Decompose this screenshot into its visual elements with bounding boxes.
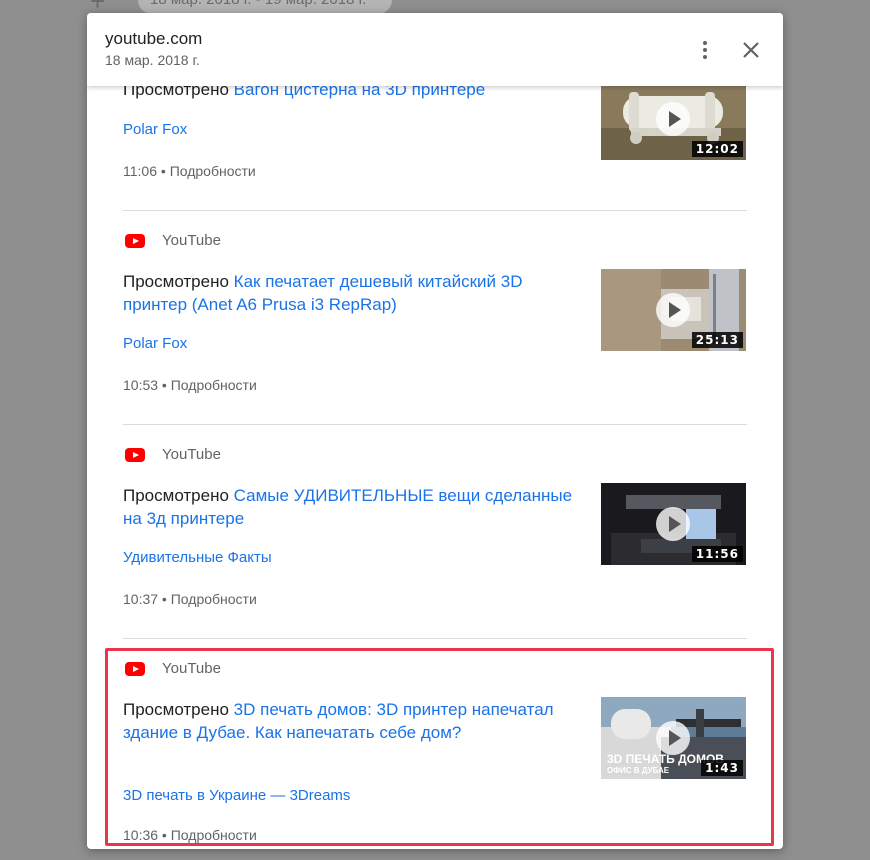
channel-link[interactable]: Polar Fox bbox=[123, 121, 187, 138]
more-vert-icon[interactable] bbox=[695, 38, 715, 62]
video-thumbnail[interactable]: 11:56 bbox=[601, 483, 746, 565]
entry-meta: 10:36 • Подробности bbox=[123, 827, 257, 843]
channel-link[interactable]: Удивительные Факты bbox=[123, 549, 272, 566]
details-link[interactable]: Подробности bbox=[170, 163, 256, 179]
history-details-dialog: youtube.com 18 мар. 2018 г. Просмотрено … bbox=[87, 13, 783, 849]
divider bbox=[123, 210, 747, 211]
play-icon bbox=[656, 721, 690, 755]
details-link[interactable]: Подробности bbox=[171, 591, 257, 607]
entry-title: Просмотрено Самые УДИВИТЕЛЬНЫЕ вещи сдел… bbox=[123, 484, 583, 530]
source-label: YouTube bbox=[162, 660, 221, 677]
divider bbox=[123, 424, 747, 425]
channel-link[interactable]: 3D печать в Украине — 3Dreams bbox=[123, 787, 350, 804]
entry-time: 10:37 bbox=[123, 591, 159, 607]
date-range-chip: 18 мар. 2018 г. - 19 мар. 2018 г. bbox=[138, 0, 392, 14]
entry-title: Просмотрено Как печатает дешевый китайск… bbox=[123, 270, 583, 316]
video-duration: 11:56 bbox=[691, 546, 743, 562]
divider bbox=[123, 638, 747, 639]
play-icon bbox=[656, 507, 690, 541]
play-icon bbox=[656, 102, 690, 136]
video-thumbnail[interactable]: 12:02 bbox=[601, 78, 746, 160]
source-label: YouTube bbox=[162, 232, 221, 249]
source-label: YouTube bbox=[162, 446, 221, 463]
youtube-icon bbox=[125, 234, 145, 248]
dialog-header: youtube.com 18 мар. 2018 г. bbox=[87, 13, 783, 86]
entry-meta: 10:53 • Подробности bbox=[123, 377, 257, 393]
viewed-label: Просмотрено bbox=[123, 486, 234, 505]
site-title: youtube.com bbox=[105, 29, 203, 48]
thumbnail-subcaption: ОФИС В ДУБАЕ bbox=[607, 766, 670, 775]
play-icon bbox=[656, 293, 690, 327]
details-link[interactable]: Подробности bbox=[171, 377, 257, 393]
video-duration: 1:43 bbox=[701, 760, 743, 776]
video-duration: 25:13 bbox=[691, 332, 743, 348]
entry-title: Просмотрено 3D печать домов: 3D принтер … bbox=[123, 698, 583, 744]
youtube-icon bbox=[125, 448, 145, 462]
viewed-label: Просмотрено bbox=[123, 272, 234, 291]
entry-meta: 11:06 • Подробности bbox=[123, 163, 256, 179]
entry-time: 11:06 bbox=[123, 163, 157, 179]
youtube-icon bbox=[125, 662, 145, 676]
channel-link[interactable]: Polar Fox bbox=[123, 335, 187, 352]
site-date: 18 мар. 2018 г. bbox=[105, 52, 200, 68]
entry-time: 10:53 bbox=[123, 377, 159, 393]
video-thumbnail[interactable]: 3D ПЕЧАТЬ ДОМОВ ОФИС В ДУБАЕ 1:43 bbox=[601, 697, 746, 779]
video-thumbnail[interactable]: 25:13 bbox=[601, 269, 746, 351]
video-duration: 12:02 bbox=[691, 141, 743, 157]
viewed-label: Просмотрено bbox=[123, 700, 234, 719]
details-link[interactable]: Подробности bbox=[171, 827, 257, 843]
entry-meta: 10:37 • Подробности bbox=[123, 591, 257, 607]
entry-time: 10:36 bbox=[123, 827, 159, 843]
close-icon[interactable] bbox=[739, 38, 763, 62]
